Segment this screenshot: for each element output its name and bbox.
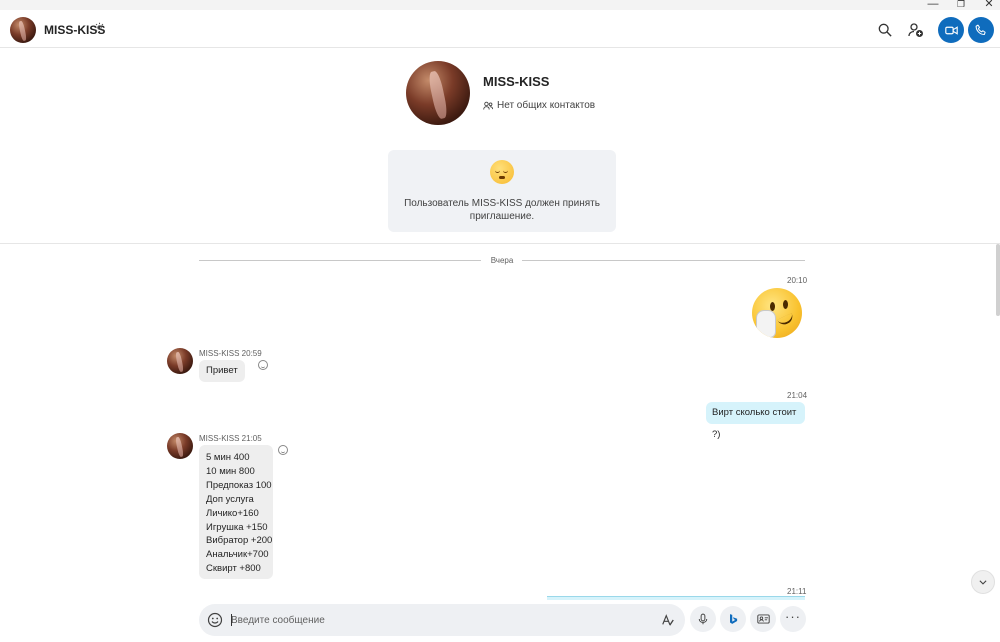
chat-header: MISS-KISS — [0, 10, 1000, 48]
message-time: 20:10 — [787, 276, 808, 285]
search-icon[interactable] — [875, 20, 895, 40]
contact-card-icon — [756, 614, 770, 624]
window-title-bar: — ❐ ✕ — [0, 0, 1000, 10]
message-input[interactable] — [231, 611, 651, 629]
invite-text: Пользователь MISS-KISS должен принять пр… — [404, 198, 600, 222]
message-line: Предпоказ 100 — [206, 479, 272, 491]
emoji-icon[interactable] — [207, 612, 223, 628]
face-with-hand-over-mouth-icon[interactable] — [752, 288, 802, 338]
video-call-icon — [944, 25, 958, 35]
message-meta: MISS-KISS 20:59 — [199, 349, 262, 358]
message-line: Игрушка +150 — [206, 521, 268, 533]
relieved-face-icon — [490, 160, 514, 184]
reaction-icon[interactable] — [258, 360, 268, 370]
gear-icon[interactable] — [94, 22, 105, 36]
message-composer — [199, 604, 685, 636]
message-line: 5 мин 400 — [206, 452, 250, 463]
bing-button[interactable] — [720, 606, 746, 632]
invite-notice: Пользователь MISS-KISS должен принять пр… — [388, 150, 616, 232]
profile-name[interactable]: MISS-KISS — [483, 74, 549, 89]
microphone-icon — [698, 613, 708, 625]
sender-avatar[interactable] — [167, 348, 193, 374]
message-bubble[interactable] — [547, 596, 805, 600]
audio-call-icon — [975, 24, 986, 36]
more-icon: ··· — [785, 609, 801, 624]
text-caret — [231, 614, 232, 626]
message-line: Личико+160 — [206, 507, 259, 519]
message-meta: MISS-KISS 21:05 — [199, 434, 262, 443]
date-divider-label: Вчера — [490, 256, 514, 265]
video-call-button[interactable] — [938, 17, 964, 43]
scroll-to-bottom-button[interactable] — [971, 570, 995, 594]
message-line: Вибратор +200 — [206, 535, 273, 547]
contact-avatar[interactable] — [10, 17, 36, 43]
message-bubble[interactable]: 5 мин 400 10 мин 800 Предпоказ 100 Доп у… — [199, 445, 273, 579]
microphone-button[interactable] — [690, 606, 716, 632]
scrollbar-thumb[interactable] — [996, 244, 1000, 316]
message-time: 21:04 — [787, 391, 808, 400]
message-line: Доп услуга — [206, 493, 254, 505]
message-line: 10 мин 800 — [206, 465, 255, 477]
people-icon — [483, 101, 494, 109]
date-divider-line — [522, 260, 805, 261]
audio-call-button[interactable] — [968, 17, 994, 43]
profile-avatar[interactable] — [406, 61, 470, 125]
chevron-down-icon — [979, 580, 987, 585]
mutual-contacts: Нет общих контактов — [483, 100, 595, 111]
more-options-button[interactable]: ··· — [780, 606, 806, 632]
contact-card-button[interactable] — [750, 606, 776, 632]
message-bubble[interactable]: Привет — [199, 360, 245, 382]
mutual-contacts-text: Нет общих контактов — [497, 100, 596, 111]
reaction-icon[interactable] — [278, 445, 288, 455]
section-divider — [0, 243, 1000, 244]
message-bubble[interactable]: Вирт сколько стоит ?) — [706, 402, 805, 440]
message-line: Сквирт +800 — [206, 563, 261, 575]
sender-avatar[interactable] — [167, 433, 193, 459]
message-time: 21:11 — [787, 587, 807, 596]
date-divider-line — [199, 260, 481, 261]
bing-icon — [730, 614, 738, 624]
format-text-icon[interactable] — [661, 613, 675, 627]
add-contact-icon[interactable] — [906, 20, 926, 40]
message-line: Анальчик+700 — [206, 549, 269, 561]
